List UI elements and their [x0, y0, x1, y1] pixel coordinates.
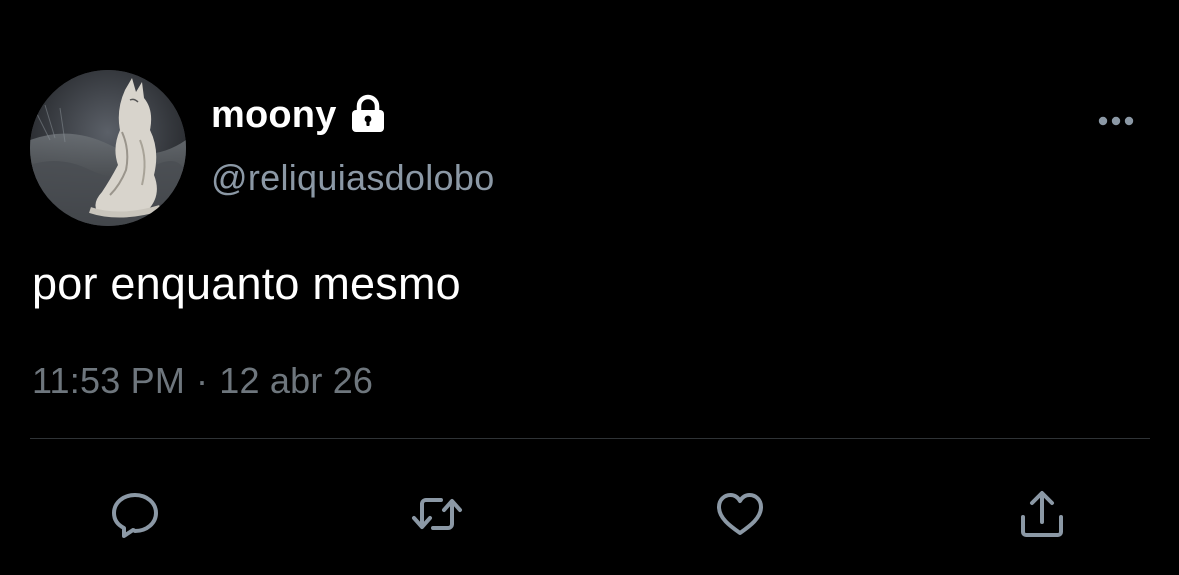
wolf-avatar-image	[30, 70, 186, 226]
heart-icon	[717, 493, 763, 535]
reply-button[interactable]	[105, 484, 165, 544]
more-options-icon[interactable]	[1094, 108, 1138, 134]
display-name[interactable]: moony	[211, 94, 337, 137]
tweet-time: 11:53 PM	[32, 360, 186, 401]
tweet-date: 12 abr 26	[219, 360, 374, 401]
lock-icon	[347, 93, 389, 135]
meta-separator: ·	[196, 360, 209, 401]
retweet-button[interactable]	[407, 484, 467, 544]
speech-bubble-icon	[112, 493, 158, 538]
user-handle[interactable]: @reliquiasdolobo	[211, 157, 495, 199]
avatar[interactable]	[30, 70, 186, 226]
share-upload-icon	[1021, 491, 1063, 537]
tweet-timestamp[interactable]: 11:53 PM · 12 abr 26	[32, 360, 373, 402]
retweet-arrows-icon	[412, 498, 462, 530]
divider	[30, 438, 1150, 439]
tweet-text: por enquanto mesmo	[32, 258, 461, 309]
share-button[interactable]	[1012, 484, 1072, 544]
like-button[interactable]	[710, 484, 770, 544]
author-name-row: moony	[211, 90, 389, 140]
